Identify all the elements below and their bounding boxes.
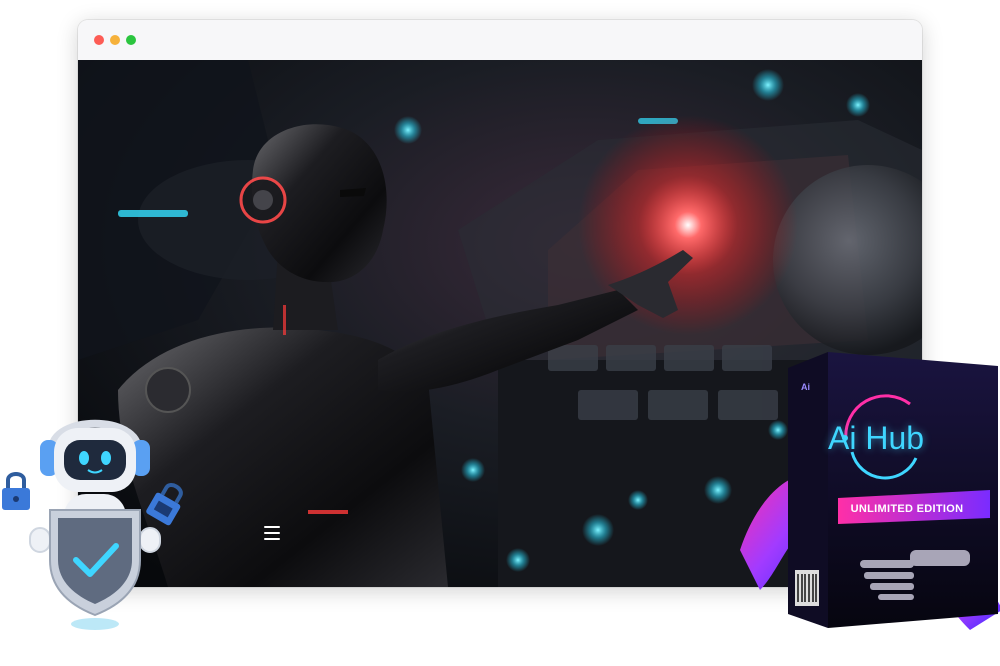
robot-mascot: [0, 410, 195, 640]
minimize-window-dot[interactable]: [110, 35, 120, 45]
close-window-dot[interactable]: [94, 35, 104, 45]
padlock-icon: [146, 483, 183, 526]
spine-brand-mark: Ai: [801, 382, 810, 392]
product-title: Ai Hub: [828, 420, 925, 456]
browser-titlebar: [78, 20, 922, 61]
padlock-icon: [2, 472, 30, 510]
product-box: Ai Ai Hub UNLIMITED EDITION: [740, 340, 1000, 640]
edition-badge: UNLIMITED EDITION: [850, 503, 964, 515]
checkmark-shield-icon: [49, 509, 141, 617]
maximize-window-dot[interactable]: [126, 35, 136, 45]
hamburger-menu-icon[interactable]: [264, 526, 280, 540]
